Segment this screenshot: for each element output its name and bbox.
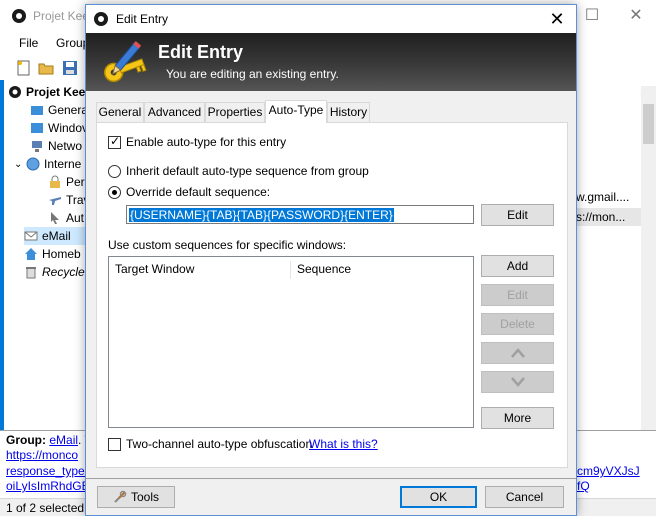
override-sequence-label[interactable]: Override default sequence: xyxy=(126,185,270,199)
group-tree: Projet Kee Genera Windov Netwo ⌄ Interne… xyxy=(0,80,90,428)
menu-file[interactable]: File xyxy=(19,36,38,50)
entry-row-url[interactable]: w.gmail.... xyxy=(576,190,629,204)
column-target-window[interactable]: Target Window xyxy=(109,257,289,281)
tab-advanced[interactable]: Advanced xyxy=(144,102,205,122)
inherit-sequence-radio[interactable] xyxy=(108,165,121,178)
inherit-sequence-label[interactable]: Inherit default auto-type sequence from … xyxy=(126,164,369,178)
folder-icon xyxy=(31,106,43,115)
edit-entry-dialog: Edit Entry ✕ Edit Entry You are editing … xyxy=(85,4,577,516)
tab-properties[interactable]: Properties xyxy=(205,102,265,122)
pointer-icon xyxy=(51,212,59,224)
dialog-title: Edit Entry xyxy=(116,12,169,26)
enable-autotype-label[interactable]: Enable auto-type for this entry xyxy=(126,135,286,149)
tree-item-per[interactable]: Per xyxy=(48,173,85,191)
group-label: Group: xyxy=(6,433,46,447)
banner-subtitle: You are editing an existing entry. xyxy=(166,67,339,81)
globe-icon xyxy=(26,157,40,171)
tools-button-label: Tools xyxy=(130,490,159,504)
home-icon xyxy=(25,248,37,260)
cancel-button[interactable]: Cancel xyxy=(485,486,564,508)
chevron-down-icon xyxy=(510,377,525,387)
entry-list-scrollbar[interactable] xyxy=(641,86,656,430)
open-folder-icon[interactable] xyxy=(38,60,54,76)
mail-icon xyxy=(24,231,38,241)
column-sequence[interactable]: Sequence xyxy=(291,257,471,281)
new-database-icon[interactable] xyxy=(16,60,32,76)
tree-item-root[interactable]: Projet Kee xyxy=(8,83,85,101)
url-link[interactable]: https://monco xyxy=(6,448,78,462)
tree-item-email[interactable]: eMail xyxy=(24,227,90,245)
recycle-bin-icon xyxy=(26,267,36,279)
ok-button[interactable]: OK xyxy=(400,486,477,508)
url-line-3[interactable]: oiLyIsImRhdGE xyxy=(6,479,90,493)
banner-title: Edit Entry xyxy=(158,42,244,62)
tab-general[interactable]: General xyxy=(96,102,144,122)
save-icon[interactable] xyxy=(62,60,78,76)
edit-association-button[interactable]: Edit xyxy=(481,284,554,306)
window-associations-list[interactable]: Target Window Sequence xyxy=(108,256,474,428)
database-icon xyxy=(9,86,21,98)
dialog-titlebar: Edit Entry ✕ xyxy=(86,5,576,33)
tree-item-recycle-bin[interactable]: Recycle xyxy=(24,263,85,281)
two-channel-label[interactable]: Two-channel auto-type obfuscation xyxy=(126,437,312,451)
network-icon xyxy=(32,141,42,152)
footer-divider xyxy=(86,478,576,479)
sequence-input[interactable]: {USERNAME}{TAB}{TAB}{PASSWORD}{ENTER} xyxy=(126,205,474,224)
two-channel-checkbox[interactable] xyxy=(108,438,121,451)
add-association-button[interactable]: Add xyxy=(481,255,554,277)
dialog-banner: Edit Entry You are editing an existing e… xyxy=(86,33,576,91)
tree-item-network[interactable]: Netwo xyxy=(30,137,82,155)
tools-icon xyxy=(114,490,127,503)
group-link[interactable]: eMail xyxy=(49,433,78,447)
tree-item-windows[interactable]: Windov xyxy=(30,119,88,137)
tree-item-homebanking[interactable]: Homeb xyxy=(24,245,81,263)
dialog-close-icon[interactable]: ✕ xyxy=(544,8,570,30)
sequence-value: {USERNAME}{TAB}{TAB}{PASSWORD}{ENTER} xyxy=(129,208,394,222)
plane-icon xyxy=(49,197,61,205)
move-up-button[interactable] xyxy=(481,342,554,364)
custom-sequences-label: Use custom sequences for specific window… xyxy=(108,238,347,252)
tools-button[interactable]: Tools xyxy=(97,486,175,508)
tree-item-internet[interactable]: ⌄ Interne xyxy=(14,155,81,173)
what-is-this-link[interactable]: What is this? xyxy=(309,437,378,451)
more-button[interactable]: More xyxy=(481,407,554,429)
move-down-button[interactable] xyxy=(481,371,554,393)
url-line-3-right[interactable]: fQ xyxy=(577,479,590,493)
edit-sequence-button[interactable]: Edit xyxy=(481,204,554,226)
status-text: 1 of 2 selected xyxy=(6,501,85,515)
entry-row-url-selected[interactable]: s://mon... xyxy=(576,208,644,226)
override-sequence-radio[interactable] xyxy=(108,186,121,199)
main-window-title: Projet Kee xyxy=(33,9,90,23)
chevron-down-icon[interactable]: ⌄ xyxy=(14,159,26,170)
maximize-icon[interactable]: ☐ xyxy=(582,6,602,26)
lock-icon xyxy=(50,175,60,188)
keepass-dialog-icon xyxy=(94,12,108,26)
delete-association-button[interactable]: Delete xyxy=(481,313,554,335)
close-icon[interactable]: ✕ xyxy=(626,6,646,26)
chevron-up-icon xyxy=(510,348,525,358)
tab-history[interactable]: History xyxy=(327,102,370,122)
tree-item-general[interactable]: Genera xyxy=(30,101,88,119)
windows-icon xyxy=(31,123,43,133)
tree-item-aut[interactable]: Aut xyxy=(48,209,84,227)
enable-autotype-checkbox[interactable] xyxy=(108,134,121,149)
keepass-app-icon xyxy=(12,9,26,23)
url-line-2-right[interactable]: cm9yVXJsJ xyxy=(577,464,640,478)
url-line-2[interactable]: response_type= xyxy=(6,464,92,478)
scrollbar-thumb[interactable] xyxy=(643,104,654,144)
tree-item-trav[interactable]: Trav xyxy=(48,191,90,209)
edit-key-banner-icon xyxy=(103,41,147,83)
tab-auto-type[interactable]: Auto-Type xyxy=(265,100,327,123)
